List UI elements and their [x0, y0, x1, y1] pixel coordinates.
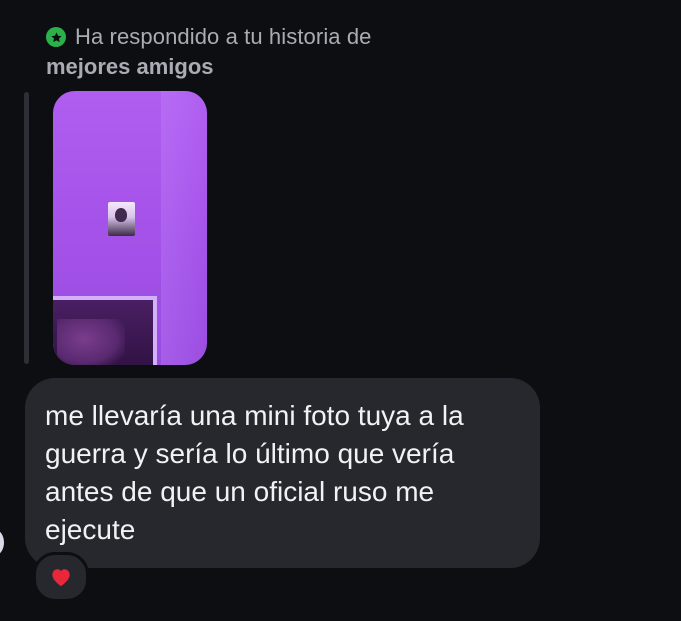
message-text: me llevaría una mini foto tuya a la guer… [45, 400, 464, 545]
story-thumbnail[interactable] [53, 91, 207, 365]
heart-icon [52, 569, 70, 587]
story-mirror-figure [57, 319, 125, 365]
reply-quote-bar [24, 92, 29, 364]
close-friends-star-icon [46, 27, 66, 47]
heart-reaction-badge[interactable] [33, 552, 89, 602]
story-wall-shade [161, 91, 207, 365]
story-reply-header: Ha respondido a tu historia de mejores a… [46, 22, 666, 80]
message-bubble[interactable]: me llevaría una mini foto tuya a la guer… [25, 378, 540, 568]
avatar-edge [0, 530, 4, 555]
reply-context-text: Ha respondido a tu historia de [75, 24, 372, 49]
story-mini-photo [108, 202, 135, 236]
close-friends-label: mejores amigos [46, 54, 214, 79]
